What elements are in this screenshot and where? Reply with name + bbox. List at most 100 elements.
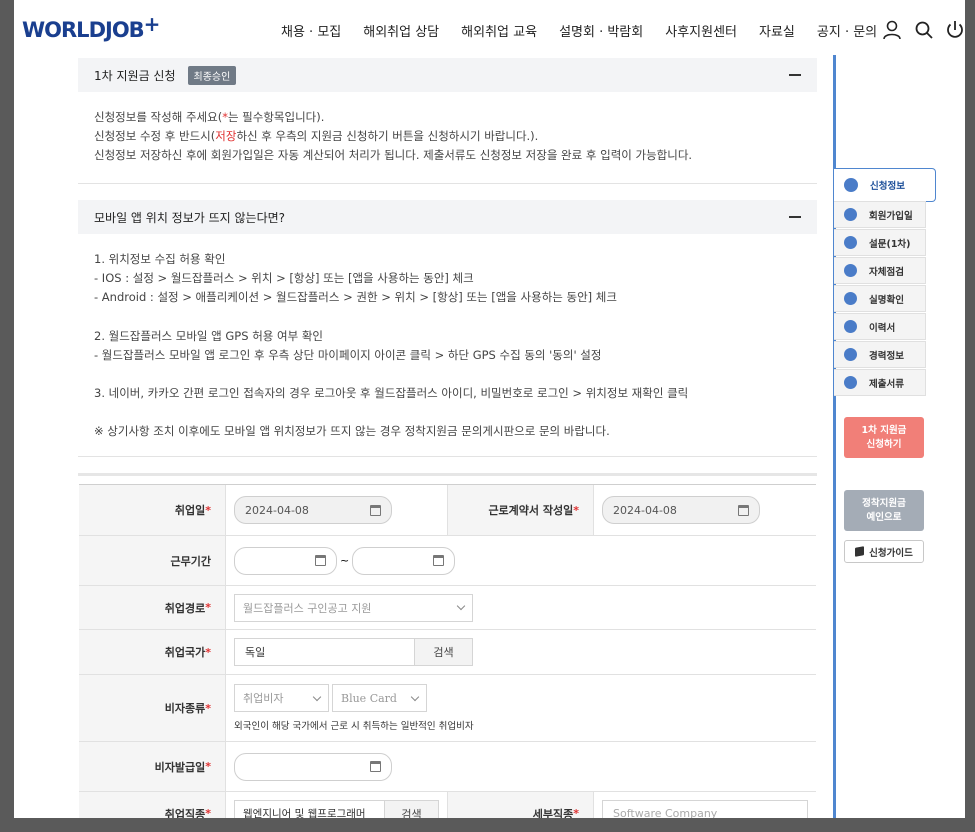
loc-line	[94, 403, 801, 422]
form-row-visa-date: 비자발급일 *	[79, 742, 816, 792]
employ-date-input[interactable]: 2024-04-08	[234, 496, 392, 524]
step-label: 제출서류	[869, 378, 904, 390]
label-text: 근로계약서 작성일	[488, 504, 574, 517]
country-input[interactable]: 독일	[234, 638, 415, 666]
pay-button-text: 정착지원금 예인으로	[862, 497, 906, 525]
visa-label: 비자종류 *	[79, 675, 226, 741]
step-join-date[interactable]: 회원가입일	[834, 201, 926, 228]
step-dot	[844, 376, 857, 389]
calendar-icon[interactable]	[433, 555, 445, 566]
apply-line-1: 1차 지원금	[861, 424, 907, 436]
application-guide-text: 신청정보를 작성해 주세요(*는 필수항목입니다). 신청정보 수정 후 반드시…	[78, 92, 817, 183]
nav-notice[interactable]: 공지 · 문의	[806, 21, 888, 40]
accordion-location-header[interactable]: 모바일 앱 위치 정보가 뜨지 않는다면?	[78, 200, 817, 234]
step-dot	[844, 178, 858, 192]
job-label: 취업직종 *	[79, 792, 226, 818]
form-row-visa: 비자종류 * 취업비자 Blue Card 외국인이 해당 국가에서 근로 시 취…	[79, 675, 816, 742]
guide-line-3: 신청정보 저장하신 후에 회원가입일은 자동 계산되어 처리가 됩니다. 제출서…	[94, 148, 693, 163]
pay-line-1: 정착지원금	[862, 497, 906, 509]
nav-education[interactable]: 해외취업 교육	[450, 21, 548, 40]
step-label: 신청정보	[870, 181, 905, 192]
visa-date-input[interactable]	[234, 752, 392, 781]
nav-fair[interactable]: 설명회 · 박람회	[548, 21, 654, 40]
apply-subsidy-button[interactable]: 1차 지원금신청하기	[844, 417, 924, 458]
calendar-icon[interactable]	[315, 555, 326, 566]
step-survey[interactable]: 설문(1차)	[834, 229, 926, 256]
detail-job-input[interactable]: Software Company	[602, 799, 808, 818]
guide-line-1: 신청정보를 작성해 주세요(*는 필수항목입니다).	[94, 108, 801, 127]
step-label: 이력서	[869, 322, 896, 334]
step-label: 실명확인	[869, 294, 904, 306]
calendar-icon[interactable]	[738, 504, 749, 516]
country-search-button[interactable]: 검색	[415, 638, 473, 666]
application-guide-button[interactable]: 신청가이드	[844, 540, 924, 563]
job-search-button[interactable]: 검색	[385, 799, 439, 818]
loc-line	[94, 365, 801, 384]
calendar-icon[interactable]	[370, 504, 381, 516]
step-dot	[844, 264, 857, 277]
collapse-icon[interactable]	[789, 216, 801, 218]
step-label: 경력정보	[869, 350, 904, 362]
guide-line-1b: 는 필수항목입니다).	[227, 110, 325, 124]
search-icon[interactable]	[913, 19, 935, 41]
loc-line: 3. 네이버, 카카오 간편 로그인 접속자의 경우 로그아웃 후 월드잡플러스…	[94, 386, 689, 401]
guide-line-2: 신청정보 수정 후 반드시(저장하신 후 우측의 지원금 신청하기 버튼을 신청…	[94, 127, 801, 146]
user-icon[interactable]	[881, 19, 903, 41]
loc-line: - IOS : 설정 > 월드잡플러스 > 위치 > [항상] 또는 [앱을 사…	[94, 271, 474, 286]
visa-sub-select[interactable]: Blue Card	[332, 684, 427, 712]
form-row-period: 근무기간 ~	[79, 536, 816, 586]
logo-text: WORLDJOB	[22, 18, 145, 42]
chevron-down-icon	[312, 692, 322, 701]
loc-line: ※ 상기사항 조치 이후에도 모바일 앱 위치정보가 뜨지 않는 경우 정착지원…	[94, 424, 610, 439]
period-start-input[interactable]	[234, 546, 337, 575]
collapse-icon[interactable]	[789, 74, 801, 76]
required-star: *	[205, 701, 211, 715]
job-input[interactable]: 웹엔지니어 및 웹프로그래머	[234, 799, 385, 818]
settlement-subsidy-button[interactable]: 정착지원금 예인으로	[844, 490, 924, 531]
step-label: 설문(1차)	[869, 238, 911, 250]
label-text: 취업일	[174, 504, 206, 517]
visa-type-select[interactable]: 취업비자	[234, 684, 329, 712]
book-icon	[855, 546, 865, 557]
work-period-label: 근무기간	[79, 536, 226, 585]
contract-date-input[interactable]: 2024-04-08	[602, 496, 760, 524]
step-identity[interactable]: 실명확인	[834, 285, 926, 312]
date-value: 2024-04-08	[245, 503, 309, 517]
power-icon[interactable]	[944, 19, 965, 41]
status-badge: 최종승인	[187, 65, 237, 85]
date-value: 2024-04-08	[613, 503, 677, 517]
label-text: 비자발급일	[154, 760, 206, 774]
step-self-check[interactable]: 자체점검	[834, 257, 926, 284]
browser-page: WORLDJOB+ 채용 · 모집 해외취업 상담 해외취업 교육 설명회 · …	[14, 0, 965, 818]
logo-plus: +	[143, 12, 161, 36]
section-title: 모바일 앱 위치 정보가 뜨지 않는다면?	[94, 210, 286, 225]
step-resume[interactable]: 이력서	[834, 313, 926, 340]
required-star: *	[205, 503, 211, 517]
period-end-input[interactable]	[352, 546, 456, 575]
label-text: 비자종류	[164, 702, 206, 715]
worldjob-logo[interactable]: WORLDJOB+	[22, 12, 160, 42]
required-star: *	[205, 645, 211, 659]
nav-aftercare[interactable]: 사후지원센터	[654, 21, 748, 40]
divider	[78, 456, 817, 457]
nav-library[interactable]: 자료실	[748, 21, 806, 40]
cell	[226, 742, 400, 791]
apply-line-2: 신청하기	[866, 438, 902, 450]
step-application-info[interactable]: 신청정보	[834, 168, 936, 202]
required-star: *	[573, 503, 579, 517]
contract-date-label: 근로계약서 작성일 *	[447, 485, 594, 535]
label-text: 세부직종	[532, 807, 574, 819]
cell: Software Company	[594, 792, 816, 818]
step-career[interactable]: 경력정보	[834, 341, 926, 368]
cell: 2024-04-08	[594, 485, 768, 535]
main-nav: 채용 · 모집 해외취업 상담 해외취업 교육 설명회 · 박람회 사후지원센터…	[270, 21, 888, 40]
step-dot	[844, 320, 857, 333]
route-select[interactable]: 월드잡플러스 구인공고 지원	[234, 593, 473, 622]
nav-recruit[interactable]: 채용 · 모집	[270, 21, 352, 40]
accordion-application-header[interactable]: 1차 지원금 신청 최종승인	[78, 58, 817, 92]
nav-consulting[interactable]: 해외취업 상담	[352, 21, 450, 40]
step-documents[interactable]: 제출서류	[834, 369, 926, 396]
calendar-icon[interactable]	[370, 761, 381, 772]
section-separator	[78, 473, 817, 476]
step-dot	[844, 292, 857, 305]
